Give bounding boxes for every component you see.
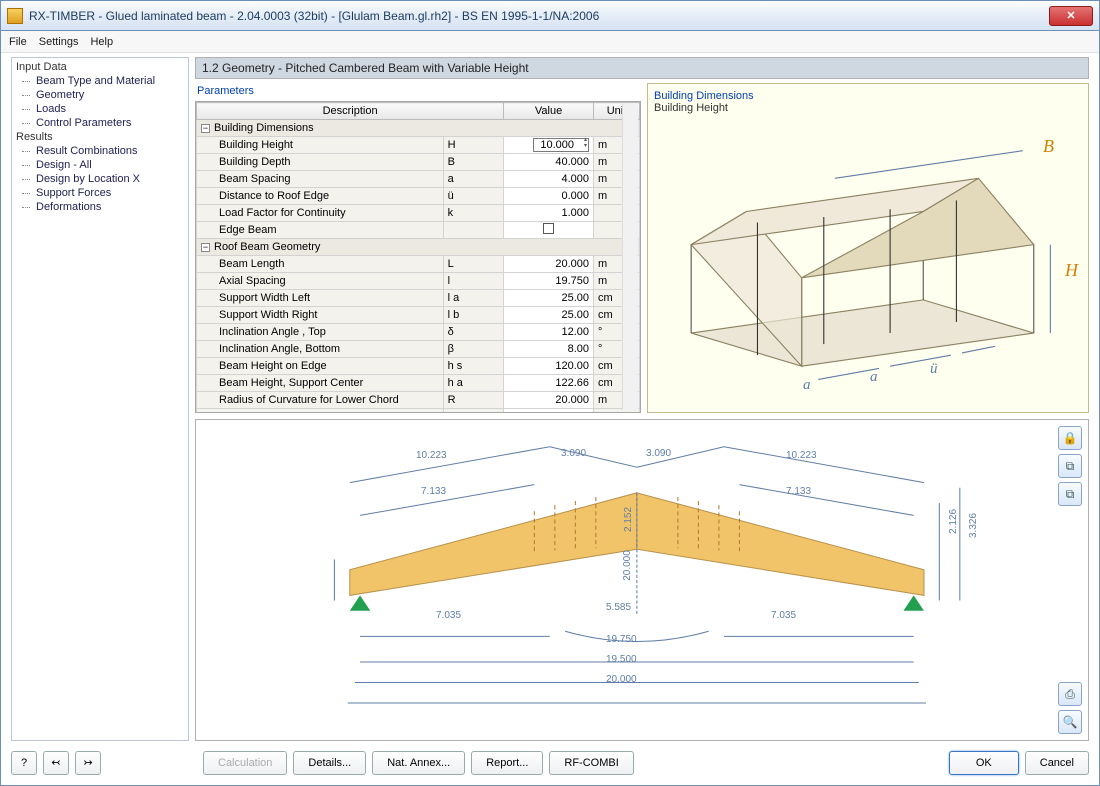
nav-tree[interactable]: Input Data Beam Type and Material Geomet… [11, 57, 189, 741]
details-button[interactable]: Details... [293, 751, 366, 775]
app-window: RX-TIMBER - Glued laminated beam - 2.04.… [0, 0, 1100, 786]
app-icon [7, 8, 23, 24]
titlebar: RX-TIMBER - Glued laminated beam - 2.04.… [1, 1, 1099, 31]
client-area: Input Data Beam Type and Material Geomet… [1, 53, 1099, 741]
dim-7133-l: 7.133 [421, 486, 446, 497]
dim-20000: 20.000 [606, 674, 637, 685]
prev-button[interactable]: ↢ [43, 751, 69, 775]
row-incl-bottom[interactable]: Inclination Angle, Bottomβ8.00° [197, 341, 640, 358]
nav-support-forces[interactable]: Support Forces [16, 186, 184, 200]
building-panel: Building Dimensions Building Height [647, 83, 1089, 413]
rf-combi-button[interactable]: RF-COMBI [549, 751, 633, 775]
params-grid[interactable]: Description Value Unit −Building Dimensi… [195, 101, 641, 413]
row-load-factor[interactable]: Load Factor for Continuityk1.000 [197, 205, 640, 222]
group-roof-beam[interactable]: −Roof Beam Geometry [197, 239, 640, 256]
row-length-straight[interactable]: Beam Length, Straight Partl 17.092m [197, 409, 640, 414]
col-description[interactable]: Description [197, 103, 504, 120]
group-building[interactable]: −Building Dimensions [197, 120, 640, 137]
nav-loads[interactable]: Loads [16, 102, 184, 116]
help-button[interactable]: ? [11, 751, 37, 775]
row-beam-spacing[interactable]: Beam Spacinga4.000m [197, 171, 640, 188]
calculation-button[interactable]: Calculation [203, 751, 287, 775]
dim-20000-r: 20.000 [622, 550, 633, 581]
content-area: 1.2 Geometry - Pitched Cambered Beam wit… [195, 57, 1089, 741]
row-support-right[interactable]: Support Width Rightl b25.00cm [197, 307, 640, 324]
nav-design-location[interactable]: Design by Location X [16, 172, 184, 186]
row-axial-spacing[interactable]: Axial Spacingl19.750m [197, 273, 640, 290]
report-button[interactable]: Report... [471, 751, 543, 775]
dim-19750: 19.750 [606, 634, 637, 645]
print-icon[interactable]: ⎙ [1058, 682, 1082, 706]
cancel-button[interactable]: Cancel [1025, 751, 1089, 775]
next-button[interactable]: ↣ [75, 751, 101, 775]
menu-help[interactable]: Help [90, 36, 113, 48]
nav-result-combinations[interactable]: Result Combinations [16, 144, 184, 158]
row-height-edge[interactable]: Beam Height on Edgeh s120.00cm [197, 358, 640, 375]
nav-geometry[interactable]: Geometry [16, 88, 184, 102]
close-button[interactable]: ✕ [1049, 6, 1093, 26]
params-panel: Parameters Description Value Unit −Build… [195, 83, 641, 413]
nat-annex-button[interactable]: Nat. Annex... [372, 751, 465, 775]
row-incl-top[interactable]: Inclination Angle , Topδ12.00° [197, 324, 640, 341]
row-distance-roof-edge[interactable]: Distance to Roof Edgeü0.000m [197, 188, 640, 205]
row-edge-beam[interactable]: Edge Beam [197, 222, 640, 239]
nav-deformations[interactable]: Deformations [16, 200, 184, 214]
dim-3090-l: 3.090 [561, 448, 586, 459]
beam-diagram-panel: 10.223 3.090 3.090 10.223 7.133 7.133 2.… [195, 419, 1089, 741]
col-value[interactable]: Value [504, 103, 594, 120]
dim-10223-r: 10.223 [786, 450, 817, 461]
row-building-depth[interactable]: Building DepthB40.000m [197, 154, 640, 171]
row-radius[interactable]: Radius of Curvature for Lower ChordR20.0… [197, 392, 640, 409]
view-tools-top: 🔒 ⧉ ⧉ [1058, 426, 1082, 506]
footer: ? ↢ ↣ Calculation Details... Nat. Annex.… [1, 741, 1099, 785]
menu-file[interactable]: File [9, 36, 27, 48]
nav-design-all[interactable]: Design - All [16, 158, 184, 172]
label-B: B [1043, 136, 1054, 157]
upper-panels: Parameters Description Value Unit −Build… [195, 83, 1089, 413]
dim-2126: 2.126 [948, 509, 959, 534]
label-H: H [1065, 260, 1078, 281]
menubar: File Settings Help [1, 31, 1099, 53]
grid-scrollbar[interactable] [622, 104, 638, 410]
row-building-height[interactable]: Building HeightH10.000m [197, 137, 640, 154]
ok-button[interactable]: OK [949, 751, 1019, 775]
copy2-icon[interactable]: ⧉ [1058, 482, 1082, 506]
building-title: Building Dimensions [654, 90, 1082, 102]
view-tools-bottom: ⎙ 🔍 [1058, 682, 1082, 734]
dim-10223-l: 10.223 [416, 450, 447, 461]
nav-control-params[interactable]: Control Parameters [16, 116, 184, 130]
nav-input-header: Input Data [16, 60, 184, 74]
search-icon[interactable]: 🔍 [1058, 710, 1082, 734]
section-title: 1.2 Geometry - Pitched Cambered Beam wit… [195, 57, 1089, 79]
label-a1: a [803, 377, 811, 394]
dim-7133-r: 7.133 [786, 486, 811, 497]
dim-7035-l: 7.035 [436, 610, 461, 621]
row-height-support[interactable]: Beam Height, Support Centerh a122.66cm [197, 375, 640, 392]
label-a2: a [870, 369, 878, 386]
params-label: Parameters [195, 83, 641, 101]
dim-19500: 19.500 [606, 654, 637, 665]
label-u: ü [930, 361, 938, 378]
dim-5585: 5.585 [606, 602, 631, 613]
window-title: RX-TIMBER - Glued laminated beam - 2.04.… [29, 9, 1049, 23]
copy-icon[interactable]: ⧉ [1058, 454, 1082, 478]
dim-2152: 2.152 [623, 507, 634, 532]
edge-beam-checkbox[interactable] [543, 223, 554, 234]
dim-3090-r: 3.090 [646, 448, 671, 459]
nav-beam-type[interactable]: Beam Type and Material [16, 74, 184, 88]
nav-results-header: Results [16, 130, 184, 144]
dim-3326: 3.326 [968, 513, 979, 538]
lock-icon[interactable]: 🔒 [1058, 426, 1082, 450]
row-support-left[interactable]: Support Width Leftl a25.00cm [197, 290, 640, 307]
dim-7035-r: 7.035 [771, 610, 796, 621]
row-beam-length[interactable]: Beam LengthL20.000m [197, 256, 640, 273]
beam-diagram [196, 420, 1088, 740]
menu-settings[interactable]: Settings [39, 36, 79, 48]
building-3d-diagram [658, 112, 1078, 399]
